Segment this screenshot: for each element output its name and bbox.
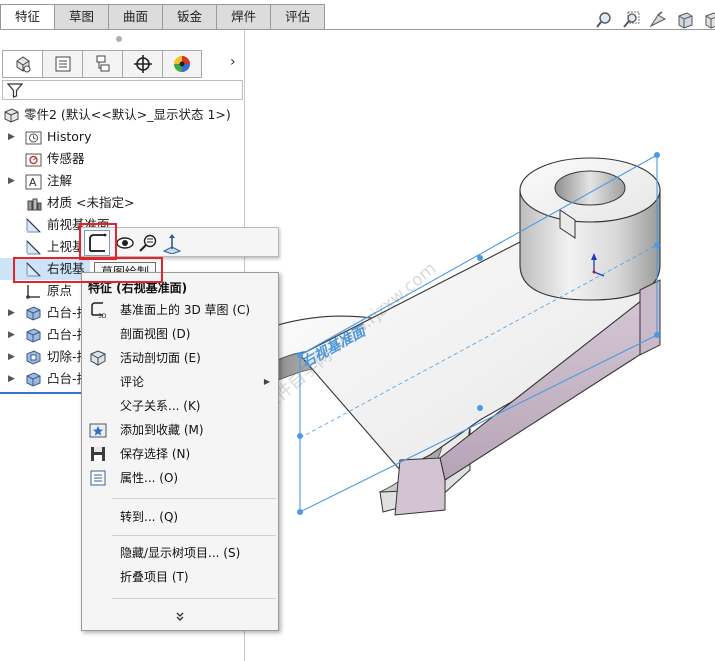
previous-view-icon[interactable] (649, 11, 667, 29)
svg-text:A: A (29, 176, 37, 189)
tree-root-label: 零件2 (默认<<默认>_显示状态 1>) (24, 107, 231, 122)
chevron-down-double-icon (176, 612, 184, 621)
display-hide-icon[interactable] (114, 232, 136, 254)
zoom-to-fit-icon[interactable] (595, 11, 613, 29)
expand-arrow-icon[interactable]: ▶ (8, 346, 15, 368)
menu-separator (112, 498, 276, 499)
boss-extrude-icon (26, 328, 41, 343)
context-menu-title: 特征 (右视基准面) (88, 281, 188, 295)
menu-item-properties[interactable]: 属性... (O) (82, 467, 278, 489)
tab-features[interactable]: 特征 (0, 4, 56, 30)
submenu-arrow-icon: ▶ (263, 377, 270, 386)
property-manager-tab[interactable] (42, 50, 82, 78)
sketch-button[interactable] (84, 230, 110, 256)
sketch-icon (89, 233, 107, 252)
dimxpert-manager-icon (133, 55, 152, 73)
display-manager-tab[interactable] (162, 50, 202, 78)
expand-arrow-icon[interactable]: ▶ (8, 126, 15, 148)
context-toolbar (80, 227, 279, 257)
dimxpert-manager-tab[interactable] (122, 50, 162, 78)
menu-item-comments[interactable]: 评论 ▶ (82, 371, 278, 393)
tab-weldments[interactable]: 焊件 (217, 4, 272, 30)
menu-item-hide-show-tree-items[interactable]: 隐藏/显示树项目... (S) (82, 542, 278, 564)
plane-icon (26, 261, 42, 277)
cut-extrude-icon (26, 350, 41, 365)
expand-arrow-icon[interactable]: ▶ (8, 324, 15, 346)
configuration-manager-icon (96, 55, 109, 72)
tab-surfaces[interactable]: 曲面 (109, 4, 164, 30)
panel-grip[interactable] (116, 36, 122, 42)
tree-item-history[interactable]: ▶ History (0, 126, 245, 148)
menu-separator (112, 598, 276, 599)
context-menu: 特征 (右视基准面) 3D 基准面上的 3D 草图 (C) 剖面视图 (D) 活… (81, 272, 279, 631)
manager-tabs (2, 50, 243, 78)
expand-arrow-icon[interactable]: ▶ (8, 302, 15, 324)
part-model-view[interactable]: 右视基准面 软件自学网 www.rjzxw.com (246, 30, 715, 661)
edit-plane-icon[interactable] (161, 232, 183, 254)
menu-item-add-to-favorites[interactable]: 添加到收藏 (M) (82, 419, 278, 441)
boss-extrude-icon (26, 372, 41, 387)
menu-item-parent-child[interactable]: 父子关系... (K) (82, 395, 278, 417)
boss-extrude-icon (26, 306, 41, 321)
menu-item-3d-sketch-on-plane[interactable]: 3D 基准面上的 3D 草图 (C) (82, 299, 278, 321)
feature-manager-tab[interactable] (2, 50, 42, 78)
plane-icon (26, 239, 42, 255)
history-folder-icon (25, 131, 42, 145)
menu-separator (112, 535, 276, 536)
menu-item-go-to[interactable]: 转到... (Q) (82, 506, 278, 528)
3d-sketch-on-plane-icon: 3D (91, 302, 107, 319)
section-view-icon[interactable] (676, 11, 694, 29)
expand-arrow-icon[interactable]: ▶ (8, 170, 15, 192)
annotations-icon: A (25, 174, 42, 190)
manager-tabs-more-button[interactable]: › (230, 54, 236, 70)
save-selection-icon (91, 447, 105, 461)
tree-item-annotations[interactable]: ▶ A 注解 (0, 170, 245, 192)
configuration-manager-tab[interactable] (82, 50, 122, 78)
view-orientation-icon[interactable] (703, 11, 715, 29)
property-manager-icon (55, 56, 70, 72)
tree-item-sensors[interactable]: 传感器 (0, 148, 245, 170)
tab-evaluate[interactable]: 评估 (271, 4, 326, 30)
origin-icon (26, 285, 40, 299)
menu-item-save-selection[interactable]: 保存选择 (N) (82, 443, 278, 465)
tab-sheet-metal[interactable]: 钣金 (163, 4, 218, 30)
svg-text:3D: 3D (98, 313, 107, 319)
expand-arrow-icon[interactable]: ▶ (8, 368, 15, 390)
command-manager-tabs: 特征 草图 曲面 钣金 焊件 评估 (0, 0, 715, 30)
tree-root-part[interactable]: 零件2 (默认<<默认>_显示状态 1>) (0, 104, 245, 126)
live-section-plane-icon (90, 350, 106, 366)
menu-item-collapse-items[interactable]: 折叠项目 (T) (82, 566, 278, 588)
zoom-to-area-icon[interactable] (622, 11, 640, 29)
plane-icon (26, 217, 42, 233)
menu-item-live-section-plane[interactable]: 活动剖切面 (E) (82, 347, 278, 369)
tree-item-material[interactable]: 材质 <未指定> (0, 192, 245, 214)
heads-up-view-toolbar (595, 11, 715, 29)
material-icon (27, 198, 42, 211)
filter-icon (7, 83, 23, 98)
tree-item-right-plane[interactable]: 右视基 (0, 258, 90, 280)
part-icon (4, 108, 19, 123)
properties-icon (90, 470, 106, 486)
feature-manager-icon (16, 56, 30, 73)
sensor-icon (25, 153, 42, 167)
graphics-area[interactable]: 右视基准面 软件自学网 www.rjzxw.com (246, 30, 715, 661)
feature-filter-bar[interactable] (2, 80, 243, 100)
add-to-favorites-icon (89, 423, 107, 438)
menu-expand-more-button[interactable] (174, 611, 186, 626)
solidworks-window: 特征 草图 曲面 钣金 焊件 评估 › 零件2 (默认<<默认>_显示状态 1>… (0, 0, 715, 661)
tab-sketch[interactable]: 草图 (55, 4, 110, 30)
display-manager-icon (174, 56, 190, 72)
normal-to-icon[interactable] (137, 232, 159, 254)
menu-item-section-view[interactable]: 剖面视图 (D) (82, 323, 278, 345)
